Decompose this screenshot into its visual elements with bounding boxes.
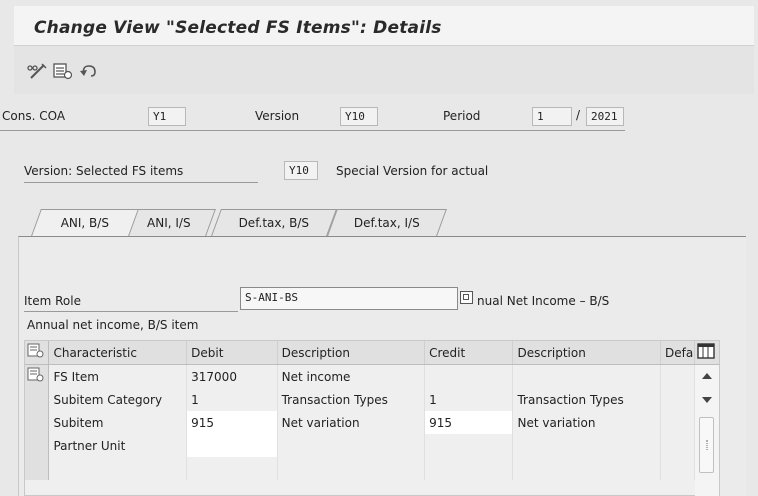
tab-deftax-is-label: Def.tax, I/S <box>353 216 420 230</box>
period-separator: / <box>576 108 581 122</box>
table-row[interactable]: Subitem 915 Net variation 915 Net variat… <box>25 411 720 434</box>
cell-credit-description <box>512 364 661 388</box>
table-row[interactable]: FS Item 317000 Net income <box>25 364 720 388</box>
vertical-scrollbar[interactable] <box>695 365 719 496</box>
tab-ani-bs-label: ANI, B/S <box>60 216 109 230</box>
cell-debit-description: Transaction Types <box>277 388 426 411</box>
item-role-subtitle: Annual net income, B/S item <box>27 318 199 332</box>
cell-characteristic: Partner Unit <box>48 434 188 457</box>
page-title: Change View "Selected FS Items": Details <box>34 18 442 38</box>
version-block-field[interactable]: Y10 <box>284 161 318 180</box>
application-toolbar <box>14 46 754 94</box>
cell-debit-description: Net variation <box>277 411 426 434</box>
column-header-credit[interactable]: Credit <box>424 341 514 365</box>
cell-debit-description: Net income <box>277 364 426 388</box>
item-role-label: Item Role <box>24 294 81 308</box>
scroll-down-icon[interactable] <box>702 397 712 403</box>
cell-characteristic: Subitem Category <box>48 388 188 411</box>
version-field[interactable]: Y10 <box>340 107 378 126</box>
tab-deftax-bs-label: Def.tax, B/S <box>238 216 310 230</box>
select-all-rows-icon[interactable] <box>25 341 50 365</box>
cell-credit-description <box>512 434 661 457</box>
item-role-description: nual Net Income – B/S <box>477 294 610 308</box>
cell-credit-description: Transaction Types <box>512 388 661 411</box>
value-help-icon[interactable] <box>460 291 473 304</box>
undo-icon[interactable] <box>78 62 100 80</box>
cell-debit[interactable]: 915 <box>186 411 278 434</box>
column-header-debit[interactable]: Debit <box>186 341 278 365</box>
version-block-label: Version: Selected FS items <box>24 164 184 178</box>
cons-coa-label: Cons. COA <box>2 109 66 123</box>
cell-debit[interactable]: 1 <box>186 388 278 411</box>
year-field[interactable]: 2021 <box>586 107 624 126</box>
tab-ani-bs[interactable]: ANI, B/S <box>31 209 139 236</box>
row-selector[interactable] <box>25 411 50 434</box>
item-role-field[interactable]: S-ANI-BS <box>240 287 458 310</box>
display-change-icon[interactable] <box>26 62 48 80</box>
grip-icon <box>706 440 708 450</box>
cell-credit[interactable]: 915 <box>424 411 514 434</box>
cell-credit-description: Net variation <box>512 411 661 434</box>
cell-credit[interactable] <box>424 434 514 457</box>
cell-default[interactable] <box>660 388 695 411</box>
row-selector[interactable] <box>25 364 50 388</box>
title-bar: Change View "Selected FS Items": Details <box>14 6 754 46</box>
cell-debit[interactable] <box>186 434 278 457</box>
select-all-icon[interactable] <box>52 62 74 80</box>
column-header-characteristic[interactable]: Characteristic <box>48 341 188 365</box>
table-row[interactable]: Subitem Category 1 Transaction Types 1 T… <box>25 388 720 411</box>
version-block-underline <box>24 182 258 183</box>
cell-default[interactable] <box>660 434 695 457</box>
cell-debit[interactable]: 317000 <box>186 364 278 388</box>
column-header-debit-description[interactable]: Description <box>277 341 426 365</box>
version-block-description: Special Version for actual <box>336 164 489 178</box>
row-selector[interactable] <box>25 457 50 480</box>
column-header-credit-description[interactable]: Description <box>512 341 661 365</box>
version-label: Version <box>255 109 300 123</box>
table-row[interactable]: Partner Unit <box>25 434 720 457</box>
tab-deftax-is[interactable]: Def.tax, I/S <box>327 209 447 236</box>
cons-coa-field[interactable]: Y1 <box>148 107 186 126</box>
period-label: Period <box>443 109 481 123</box>
scroll-up-icon[interactable] <box>702 373 712 379</box>
table-row[interactable] <box>25 457 720 480</box>
cell-debit-description <box>277 434 426 457</box>
table-settings-icon[interactable] <box>694 341 719 365</box>
item-role-underline <box>24 311 238 312</box>
cell-credit[interactable] <box>424 364 514 388</box>
table-header-row: Characteristic Debit Description Credit … <box>25 341 719 365</box>
cell-default[interactable] <box>660 364 695 388</box>
characteristics-table: Characteristic Debit Description Credit … <box>24 340 720 496</box>
tab-deftax-bs[interactable]: Def.tax, B/S <box>211 209 337 236</box>
period-field[interactable]: 1 <box>532 107 572 126</box>
cell-credit[interactable]: 1 <box>424 388 514 411</box>
row-selector[interactable] <box>25 388 50 411</box>
cell-characteristic: FS Item <box>48 364 188 388</box>
tab-ani-is-label: ANI, I/S <box>147 216 191 230</box>
header-underline <box>0 130 625 131</box>
cell-characteristic: Subitem <box>48 411 188 434</box>
column-header-default[interactable]: Defa <box>660 341 695 365</box>
cell-default[interactable] <box>660 411 695 434</box>
scrollbar-thumb[interactable] <box>699 417 714 473</box>
row-selector[interactable] <box>25 434 50 457</box>
